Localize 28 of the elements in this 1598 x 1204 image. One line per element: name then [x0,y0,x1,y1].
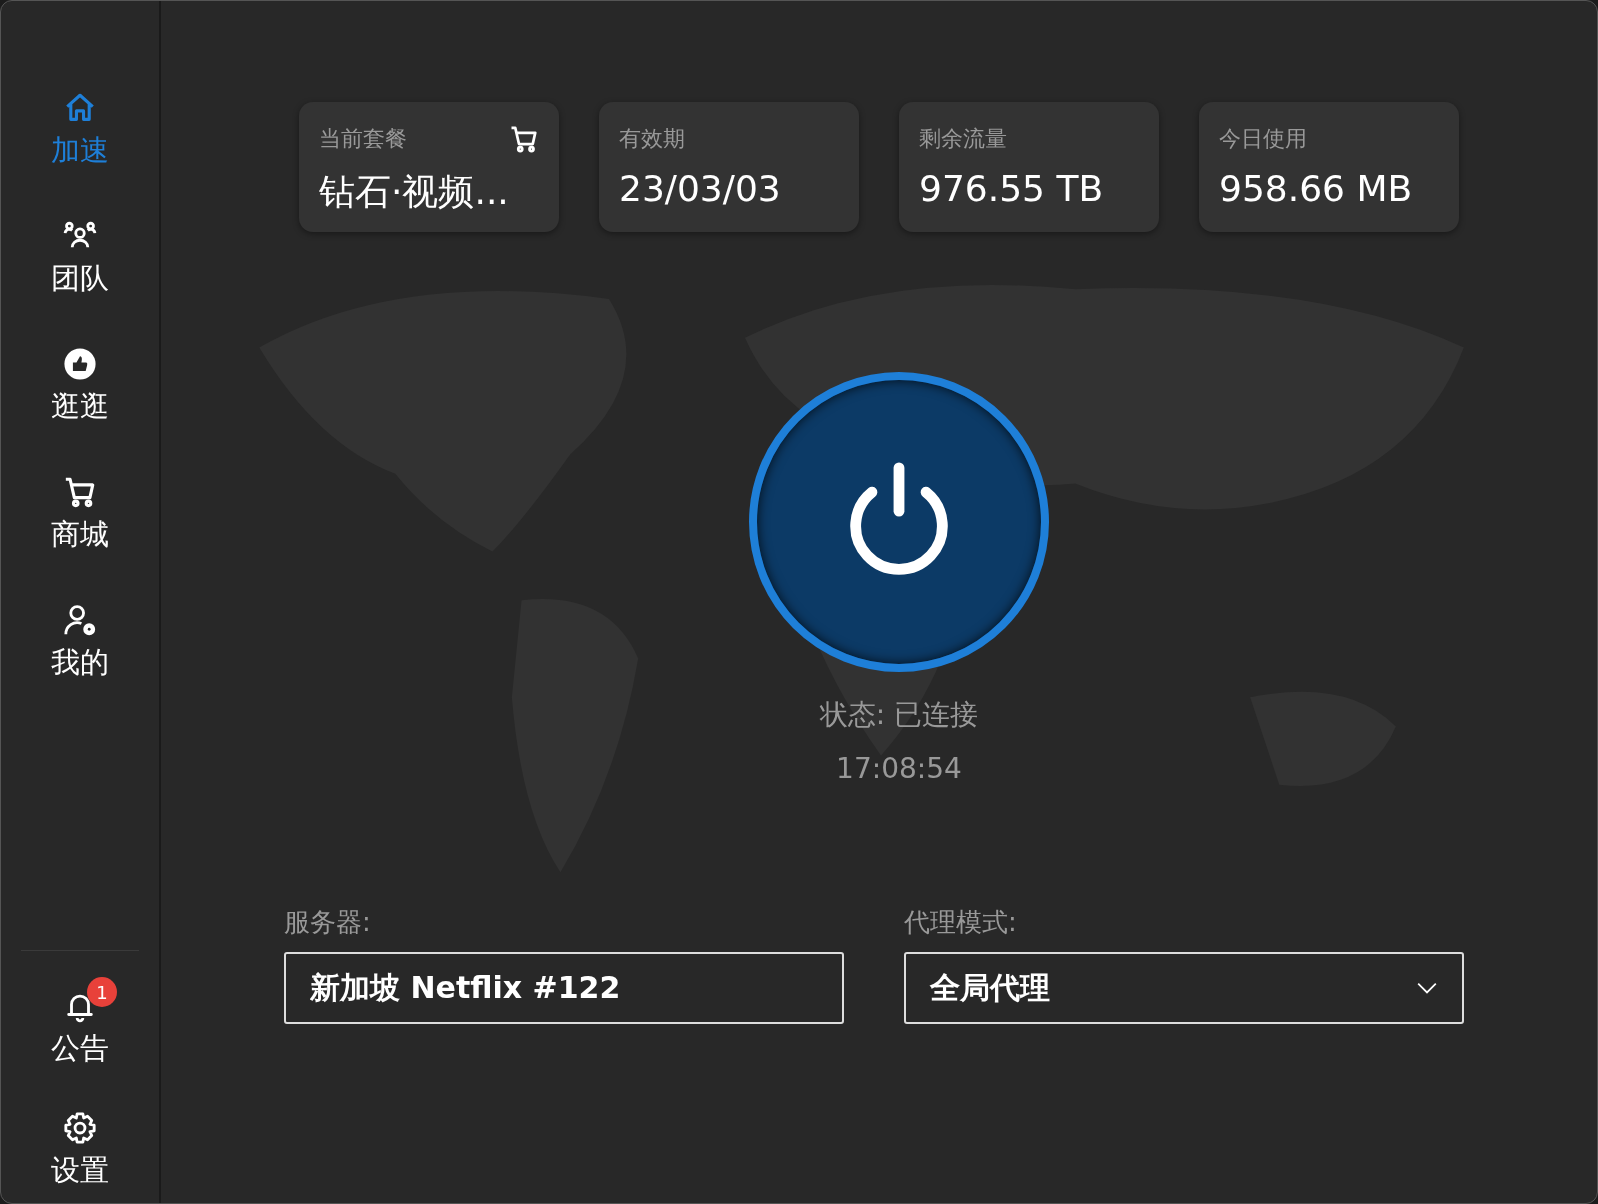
thumbs-up-icon [63,347,97,381]
stat-value: 958.66 MB [1219,168,1414,209]
sidebar-item[interactable]: 1 公告 [29,973,131,1069]
chevron-down-icon [1416,981,1438,995]
proxy-mode-dropdown[interactable]: 全局代理 [904,952,1464,1024]
stat-label: 有效期 [619,125,685,153]
sidebar-item[interactable]: 逛逛 [51,347,109,427]
sidebar-item[interactable]: 商城 [51,475,109,555]
sidebar-item[interactable]: 团队 [51,219,109,299]
connection-time: 17:08:54 [836,752,962,785]
cart-icon[interactable] [509,124,539,154]
settings-icon [63,1111,97,1145]
user-settings-icon [63,603,97,637]
cart-icon [63,475,97,509]
sidebar-item[interactable]: 设置 [29,1095,131,1191]
connection-status: 状态: 已连接 [819,697,979,733]
stat-value: 23/03/03 [619,168,782,209]
stat-label: 当前套餐 [319,125,407,153]
server-field[interactable]: 新加坡 Netflix #122 [284,952,844,1024]
server-label: 服务器: [284,906,372,939]
stat-value: 钻石·视频... [319,170,510,214]
stat-label: 剩余流量 [919,125,1007,153]
notification-badge: 1 [87,977,117,1007]
proxy-mode-label: 代理模式: [904,906,1018,939]
sidebar-item[interactable]: 加速 [51,91,109,171]
stat-value: 976.55 TB [919,168,1105,209]
stat-label: 今日使用 [1219,125,1307,153]
sidebar-item[interactable]: 我的 [51,603,109,683]
